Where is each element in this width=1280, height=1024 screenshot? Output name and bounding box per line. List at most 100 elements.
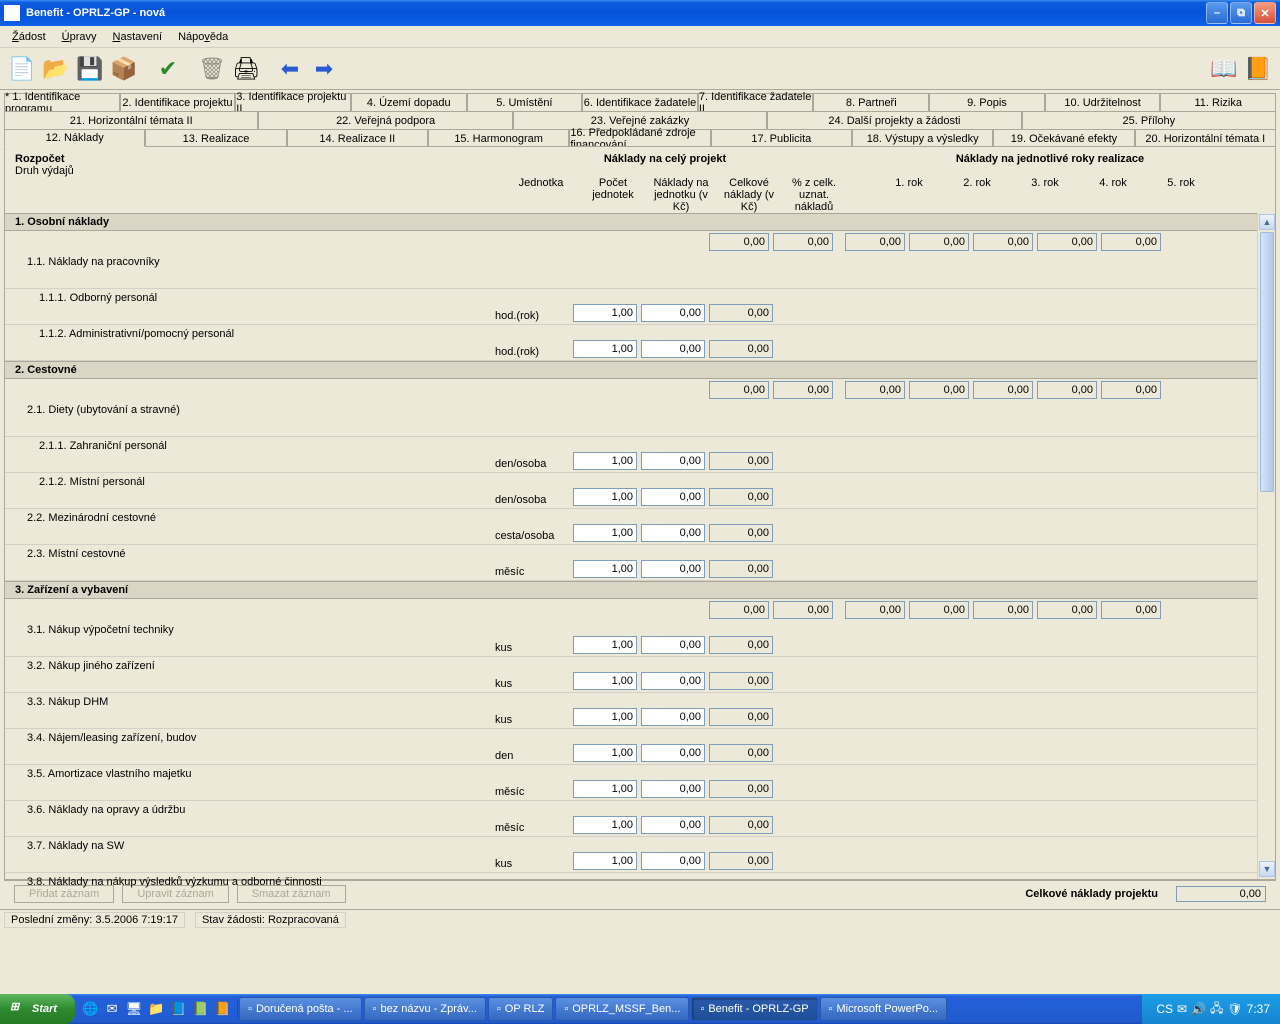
pocet-input[interactable] bbox=[573, 524, 637, 542]
taskbar: ⊞ Start 🌐 ✉ 🖥 📁 📘 📗 📙 ▫Doručená pošta - … bbox=[0, 994, 1280, 1024]
tab[interactable]: 19. Očekávané efekty bbox=[993, 129, 1134, 147]
pocet-input[interactable] bbox=[573, 636, 637, 654]
taskbar-task[interactable]: ▫OP RLZ bbox=[488, 997, 553, 1021]
naklady-jednotku-input[interactable] bbox=[641, 708, 705, 726]
pocet-input[interactable] bbox=[573, 780, 637, 798]
pocet-input[interactable] bbox=[573, 452, 637, 470]
menubar: Žádost Úpravy Nastavení Nápověda bbox=[0, 26, 1280, 48]
pocet-input[interactable] bbox=[573, 744, 637, 762]
system-tray[interactable]: CS ✉ 🔊 🖧 🛡 7:37 bbox=[1142, 994, 1280, 1024]
menu-upravy[interactable]: Úpravy bbox=[54, 29, 105, 45]
taskbar-task[interactable]: ▫Microsoft PowerPo... bbox=[820, 997, 947, 1021]
tab[interactable]: 13. Realizace bbox=[145, 129, 286, 147]
tab[interactable]: 8. Partneři bbox=[813, 93, 929, 111]
col-jednotka: Jednotka bbox=[503, 177, 579, 213]
naklady-jednotku-input[interactable] bbox=[641, 488, 705, 506]
tab[interactable]: 5. Umístění bbox=[467, 93, 583, 111]
pocet-input[interactable] bbox=[573, 560, 637, 578]
tray-volume-icon[interactable]: 🔊 bbox=[1191, 1002, 1206, 1016]
tab[interactable]: 15. Harmonogram bbox=[428, 129, 569, 147]
tray-mail-icon[interactable]: ✉ bbox=[1177, 1002, 1187, 1016]
tab[interactable]: 3. Identifikace projektu II bbox=[235, 93, 351, 111]
naklady-jednotku-input[interactable] bbox=[641, 780, 705, 798]
ql-explorer-icon[interactable]: 📁 bbox=[147, 1000, 165, 1018]
naklady-jednotku-input[interactable] bbox=[641, 524, 705, 542]
pocet-input[interactable] bbox=[573, 488, 637, 506]
scroll-thumb[interactable] bbox=[1260, 232, 1274, 492]
tab[interactable]: 11. Rizika bbox=[1160, 93, 1276, 111]
ql-ie-icon[interactable]: 🌐 bbox=[81, 1000, 99, 1018]
menu-napoveda[interactable]: Nápověda bbox=[170, 29, 236, 45]
pocet-input[interactable] bbox=[573, 816, 637, 834]
taskbar-task[interactable]: ▫bez názvu - Zpráv... bbox=[364, 997, 486, 1021]
naklady-jednotku-input[interactable] bbox=[641, 672, 705, 690]
tab[interactable]: 21. Horizontální témata II bbox=[4, 111, 258, 129]
vertical-scrollbar[interactable]: ▲ ▼ bbox=[1257, 213, 1275, 879]
tab[interactable]: 10. Udržitelnost bbox=[1045, 93, 1161, 111]
tab[interactable]: 20. Horizontální témata I bbox=[1135, 129, 1276, 147]
tab[interactable]: 22. Veřejná podpora bbox=[258, 111, 512, 129]
tray-shield-icon[interactable]: 🛡 bbox=[1227, 1002, 1242, 1016]
naklady-jednotku-input[interactable] bbox=[641, 340, 705, 358]
naklady-jednotku-input[interactable] bbox=[641, 304, 705, 322]
tab[interactable]: 2. Identifikace projektu bbox=[120, 93, 236, 111]
naklady-jednotku-input[interactable] bbox=[641, 852, 705, 870]
pocet-input[interactable] bbox=[573, 672, 637, 690]
naklady-jednotku-input[interactable] bbox=[641, 636, 705, 654]
tab[interactable]: 18. Výstupy a výsledky bbox=[852, 129, 993, 147]
taskbar-task[interactable]: ▫Benefit - OPRLZ-GP bbox=[691, 997, 817, 1021]
pocet-input[interactable] bbox=[573, 304, 637, 322]
export-icon[interactable]: 📦 bbox=[108, 53, 140, 85]
back-icon[interactable]: ⬅ bbox=[274, 53, 306, 85]
print-icon[interactable]: 🖨 bbox=[230, 53, 262, 85]
celkove-field: 0,00 bbox=[709, 672, 773, 690]
tab[interactable]: 7. Identifikace žadatele II bbox=[698, 93, 814, 111]
forward-icon[interactable]: ➡ bbox=[308, 53, 340, 85]
ql-desktop-icon[interactable]: 🖥 bbox=[125, 1000, 143, 1018]
save-icon[interactable]: 💾 bbox=[74, 53, 106, 85]
scroll-up-icon[interactable]: ▲ bbox=[1259, 214, 1275, 230]
tray-network-icon[interactable]: 🖧 bbox=[1210, 999, 1223, 1020]
tab[interactable]: 4. Území dopadu bbox=[351, 93, 467, 111]
minimize-button[interactable]: – bbox=[1206, 2, 1228, 24]
pocet-input[interactable] bbox=[573, 852, 637, 870]
check-icon[interactable]: ✔ bbox=[152, 53, 184, 85]
tab[interactable]: 12. Náklady bbox=[4, 129, 145, 147]
tab[interactable]: 24. Další projekty a žádosti bbox=[767, 111, 1021, 129]
new-icon[interactable]: 📄 bbox=[6, 53, 38, 85]
pocet-input[interactable] bbox=[573, 708, 637, 726]
scroll-down-icon[interactable]: ▼ bbox=[1259, 861, 1275, 877]
close-button[interactable]: ✕ bbox=[1254, 2, 1276, 24]
tab[interactable]: 17. Publicita bbox=[711, 129, 852, 147]
trash-icon[interactable]: 🗑 bbox=[196, 53, 228, 85]
help-icon[interactable]: 📙 bbox=[1242, 53, 1274, 85]
row-label: 3.1. Nákup výpočetní techniky bbox=[7, 621, 495, 636]
taskbar-task[interactable]: ▫OPRLZ_MSSF_Ben... bbox=[555, 997, 689, 1021]
menu-zadost[interactable]: Žádost bbox=[4, 29, 54, 45]
naklady-jednotku-input[interactable] bbox=[641, 816, 705, 834]
tab[interactable]: 9. Popis bbox=[929, 93, 1045, 111]
ql-ppt-icon[interactable]: 📙 bbox=[213, 1000, 231, 1018]
naklady-jednotku-input[interactable] bbox=[641, 452, 705, 470]
menu-nastaveni[interactable]: Nastavení bbox=[105, 29, 171, 45]
ql-mail-icon[interactable]: ✉ bbox=[103, 1000, 121, 1018]
tab[interactable]: 25. Přílohy bbox=[1022, 111, 1276, 129]
clock[interactable]: 7:37 bbox=[1247, 1002, 1270, 1016]
maximize-button[interactable]: ⧉ bbox=[1230, 2, 1252, 24]
tab[interactable]: * 1. Identifikace programu bbox=[4, 93, 120, 111]
tab[interactable]: 14. Realizace II bbox=[287, 129, 428, 147]
lang-indicator[interactable]: CS bbox=[1156, 1002, 1173, 1016]
naklady-jednotku-input[interactable] bbox=[641, 744, 705, 762]
tab[interactable]: 16. Předpokládané zdroje financování bbox=[569, 129, 710, 147]
celkove-field: 0,00 bbox=[709, 488, 773, 506]
taskbar-task[interactable]: ▫Doručená pošta - ... bbox=[239, 997, 362, 1021]
open-icon[interactable]: 📂 bbox=[40, 53, 72, 85]
start-button[interactable]: ⊞ Start bbox=[0, 994, 75, 1024]
naklady-jednotku-input[interactable] bbox=[641, 560, 705, 578]
tab[interactable]: 6. Identifikace žadatele bbox=[582, 93, 698, 111]
book-icon[interactable]: 📖 bbox=[1208, 53, 1240, 85]
pocet-input[interactable] bbox=[573, 340, 637, 358]
ql-excel-icon[interactable]: 📗 bbox=[191, 1000, 209, 1018]
row-label: 3.7. Náklady na SW bbox=[7, 837, 495, 852]
ql-word-icon[interactable]: 📘 bbox=[169, 1000, 187, 1018]
